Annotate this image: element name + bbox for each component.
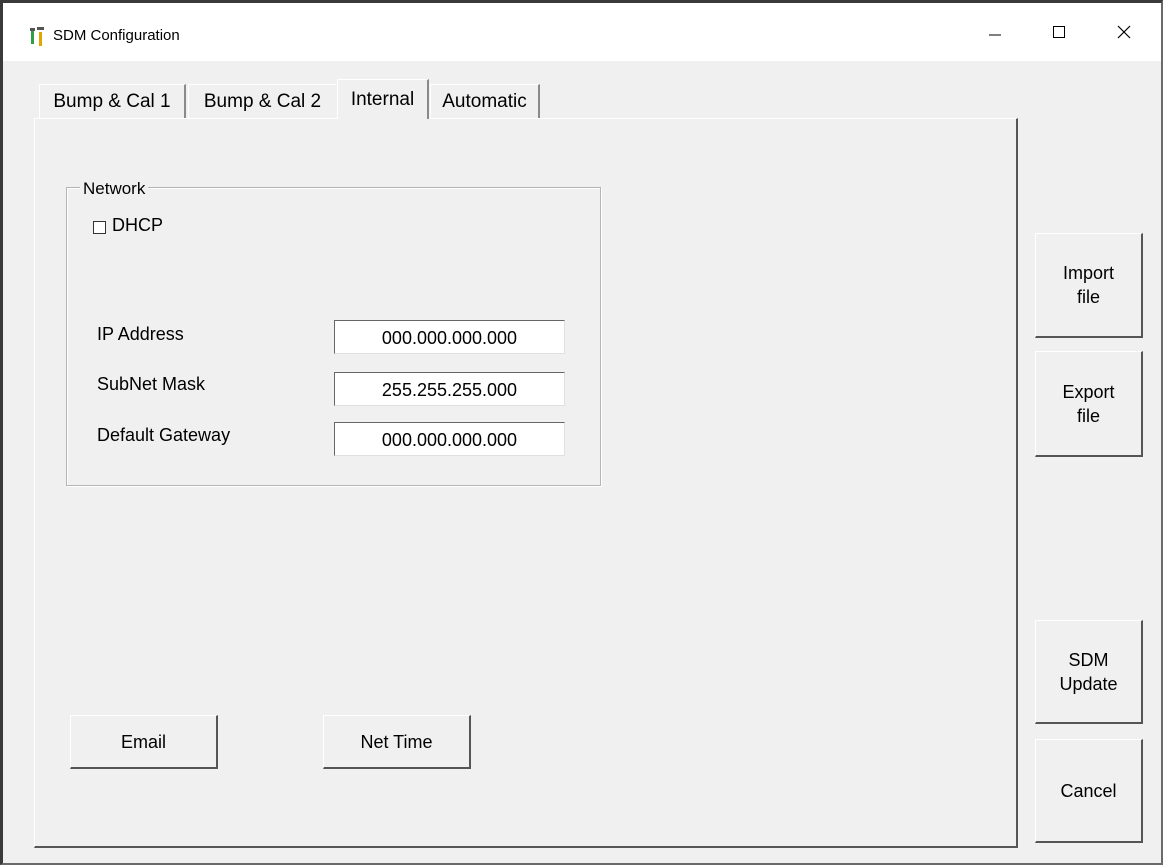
minimize-button[interactable]	[966, 3, 1024, 61]
export-file-button[interactable]: Export file	[1035, 351, 1143, 457]
tab-internal[interactable]: Internal	[337, 79, 429, 119]
ip-address-field[interactable]: 000.000.000.000	[334, 320, 565, 354]
export-file-label: Export file	[1062, 381, 1115, 426]
network-group-label: Network	[80, 179, 149, 199]
maximize-button[interactable]	[1030, 3, 1088, 61]
tab-automatic[interactable]: Automatic	[430, 84, 540, 118]
dhcp-label[interactable]: DHCP	[112, 215, 163, 236]
close-button[interactable]	[1095, 3, 1153, 61]
tab-bump-cal-1[interactable]: Bump & Cal 1	[39, 84, 186, 118]
close-icon	[1117, 25, 1131, 39]
subnet-mask-field[interactable]: 255.255.255.000	[334, 372, 565, 406]
tab-bump-cal-2[interactable]: Bump & Cal 2	[188, 84, 336, 118]
sdm-update-button[interactable]: SDM Update	[1035, 620, 1143, 724]
window-title: SDM Configuration	[53, 27, 180, 44]
import-file-button[interactable]: Import file	[1035, 233, 1143, 338]
email-button[interactable]: Email	[70, 715, 218, 769]
tools-icon	[30, 27, 44, 46]
maximize-icon	[1053, 26, 1065, 38]
cancel-button[interactable]: Cancel	[1035, 739, 1143, 843]
net-time-button[interactable]: Net Time	[323, 715, 471, 769]
subnet-mask-label: SubNet Mask	[97, 374, 206, 394]
dhcp-checkbox[interactable]	[93, 221, 106, 234]
default-gateway-field[interactable]: 000.000.000.000	[334, 422, 565, 456]
import-file-label: Import file	[1062, 263, 1114, 307]
ip-address-label: IP Address	[97, 324, 184, 344]
sdm-update-label: SDM Update	[1059, 649, 1118, 694]
default-gateway-label: Default Gateway	[97, 425, 231, 445]
minimize-icon	[989, 34, 1001, 36]
